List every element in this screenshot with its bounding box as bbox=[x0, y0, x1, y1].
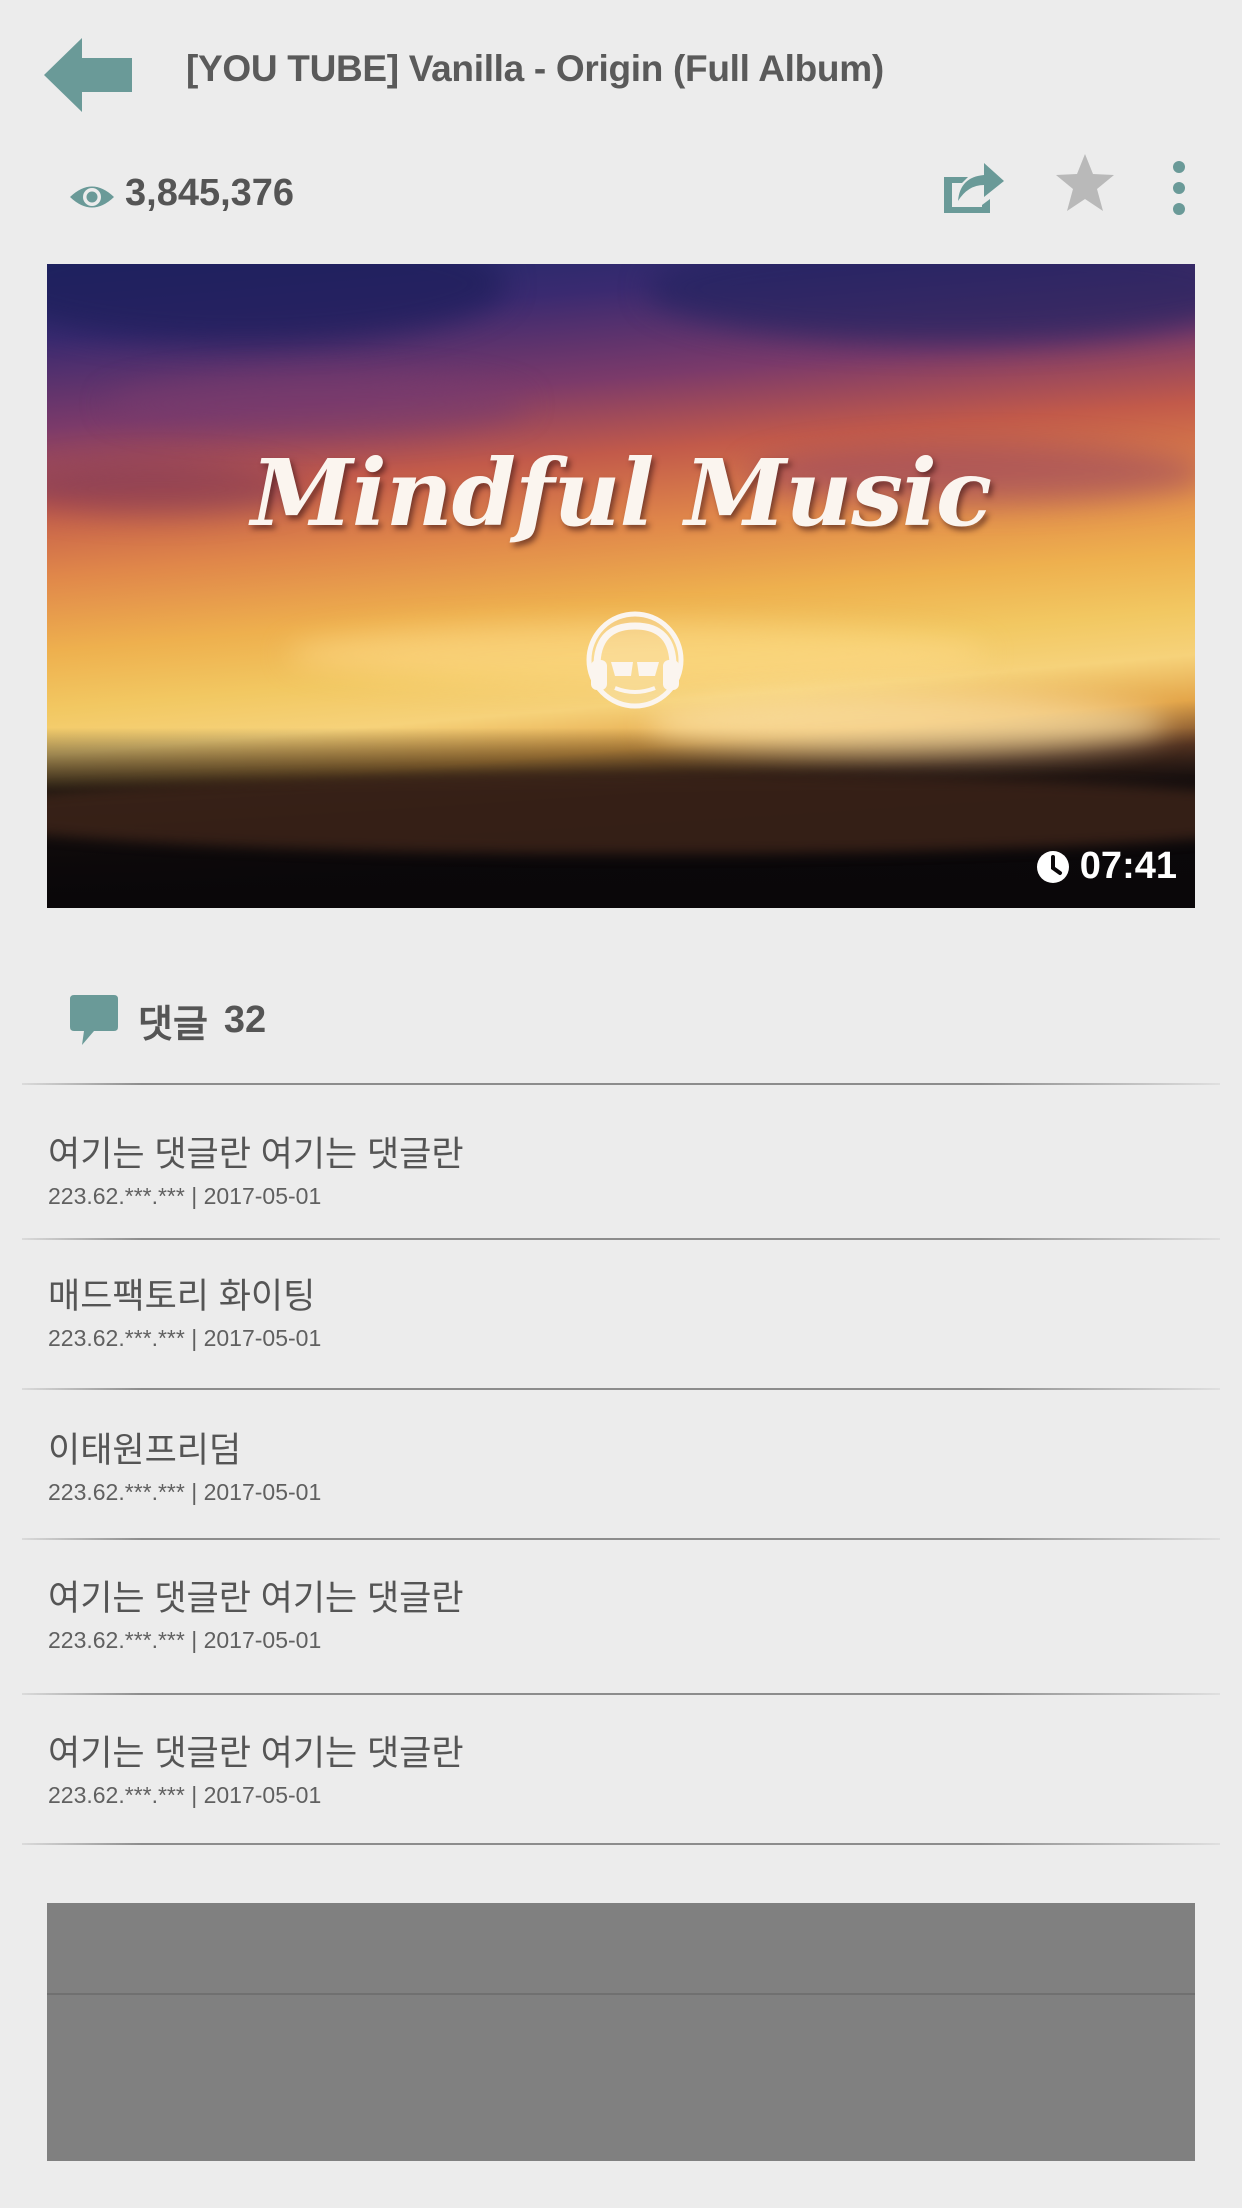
comment-text: 이태원프리덤 bbox=[48, 1431, 242, 1470]
comment-item: 여기는 댓글란 여기는 댓글란 223.62.***.*** | 2017-05… bbox=[0, 1540, 1242, 1693]
comment-text: 매드팩토리 화이팅 bbox=[48, 1277, 316, 1316]
share-button[interactable] bbox=[940, 157, 1006, 217]
video-duration: 07:41 bbox=[1036, 845, 1177, 888]
headphones-logo-icon bbox=[586, 611, 684, 709]
hills-silhouette bbox=[47, 774, 1195, 854]
more-options-button[interactable] bbox=[1164, 160, 1194, 216]
eye-icon bbox=[70, 186, 114, 208]
favorite-button[interactable] bbox=[1054, 152, 1116, 214]
comment-text: 여기는 댓글란 여기는 댓글란 bbox=[48, 1579, 464, 1618]
divider bbox=[22, 1843, 1220, 1845]
comment-text: 여기는 댓글란 여기는 댓글란 bbox=[48, 1734, 464, 1773]
comment-item: 여기는 댓글란 여기는 댓글란 223.62.***.*** | 2017-05… bbox=[0, 1695, 1242, 1843]
speech-bubble-icon bbox=[70, 995, 118, 1045]
arrow-left-icon bbox=[44, 38, 132, 112]
ad-banner-divider bbox=[47, 1993, 1195, 1995]
cloud-decoration bbox=[47, 264, 507, 344]
share-icon bbox=[944, 163, 1004, 213]
view-count: 3,845,376 bbox=[125, 172, 295, 214]
comment-item: 매드팩토리 화이팅 223.62.***.*** | 2017-05-01 bbox=[0, 1240, 1242, 1388]
page-title: [YOU TUBE] Vanilla - Origin (Full Album) bbox=[186, 48, 884, 89]
comment-meta: 223.62.***.*** | 2017-05-01 bbox=[48, 1479, 322, 1505]
comments-label: 댓글 bbox=[138, 1003, 208, 1046]
app-header: [YOU TUBE] Vanilla - Origin (Full Album) bbox=[0, 0, 1242, 150]
comment-meta: 223.62.***.*** | 2017-05-01 bbox=[48, 1183, 322, 1209]
comments-header: 댓글 32 bbox=[68, 990, 266, 1050]
cloud-decoration bbox=[107, 374, 527, 434]
star-icon bbox=[1056, 154, 1114, 211]
cloud-decoration bbox=[647, 694, 1167, 754]
comment-item: 이태원프리덤 223.62.***.*** | 2017-05-01 bbox=[0, 1390, 1242, 1538]
ad-banner[interactable] bbox=[47, 1903, 1195, 2161]
thumbnail-title: Mindful Music bbox=[251, 439, 992, 547]
comment-meta: 223.62.***.*** | 2017-05-01 bbox=[48, 1782, 322, 1808]
cloud-decoration bbox=[647, 264, 1195, 344]
back-button[interactable] bbox=[44, 38, 132, 112]
comment-meta: 223.62.***.*** | 2017-05-01 bbox=[48, 1627, 322, 1653]
comment-item: 여기는 댓글란 여기는 댓글란 223.62.***.*** | 2017-05… bbox=[0, 1085, 1242, 1238]
more-vertical-icon bbox=[1173, 161, 1185, 215]
clock-icon bbox=[1036, 850, 1069, 883]
video-thumbnail[interactable]: Mindful Music 07:41 bbox=[47, 264, 1195, 908]
comment-meta: 223.62.***.*** | 2017-05-01 bbox=[48, 1325, 322, 1351]
duration-text: 07:41 bbox=[1079, 845, 1177, 887]
comment-text: 여기는 댓글란 여기는 댓글란 bbox=[48, 1135, 464, 1174]
comments-count: 32 bbox=[223, 998, 267, 1041]
